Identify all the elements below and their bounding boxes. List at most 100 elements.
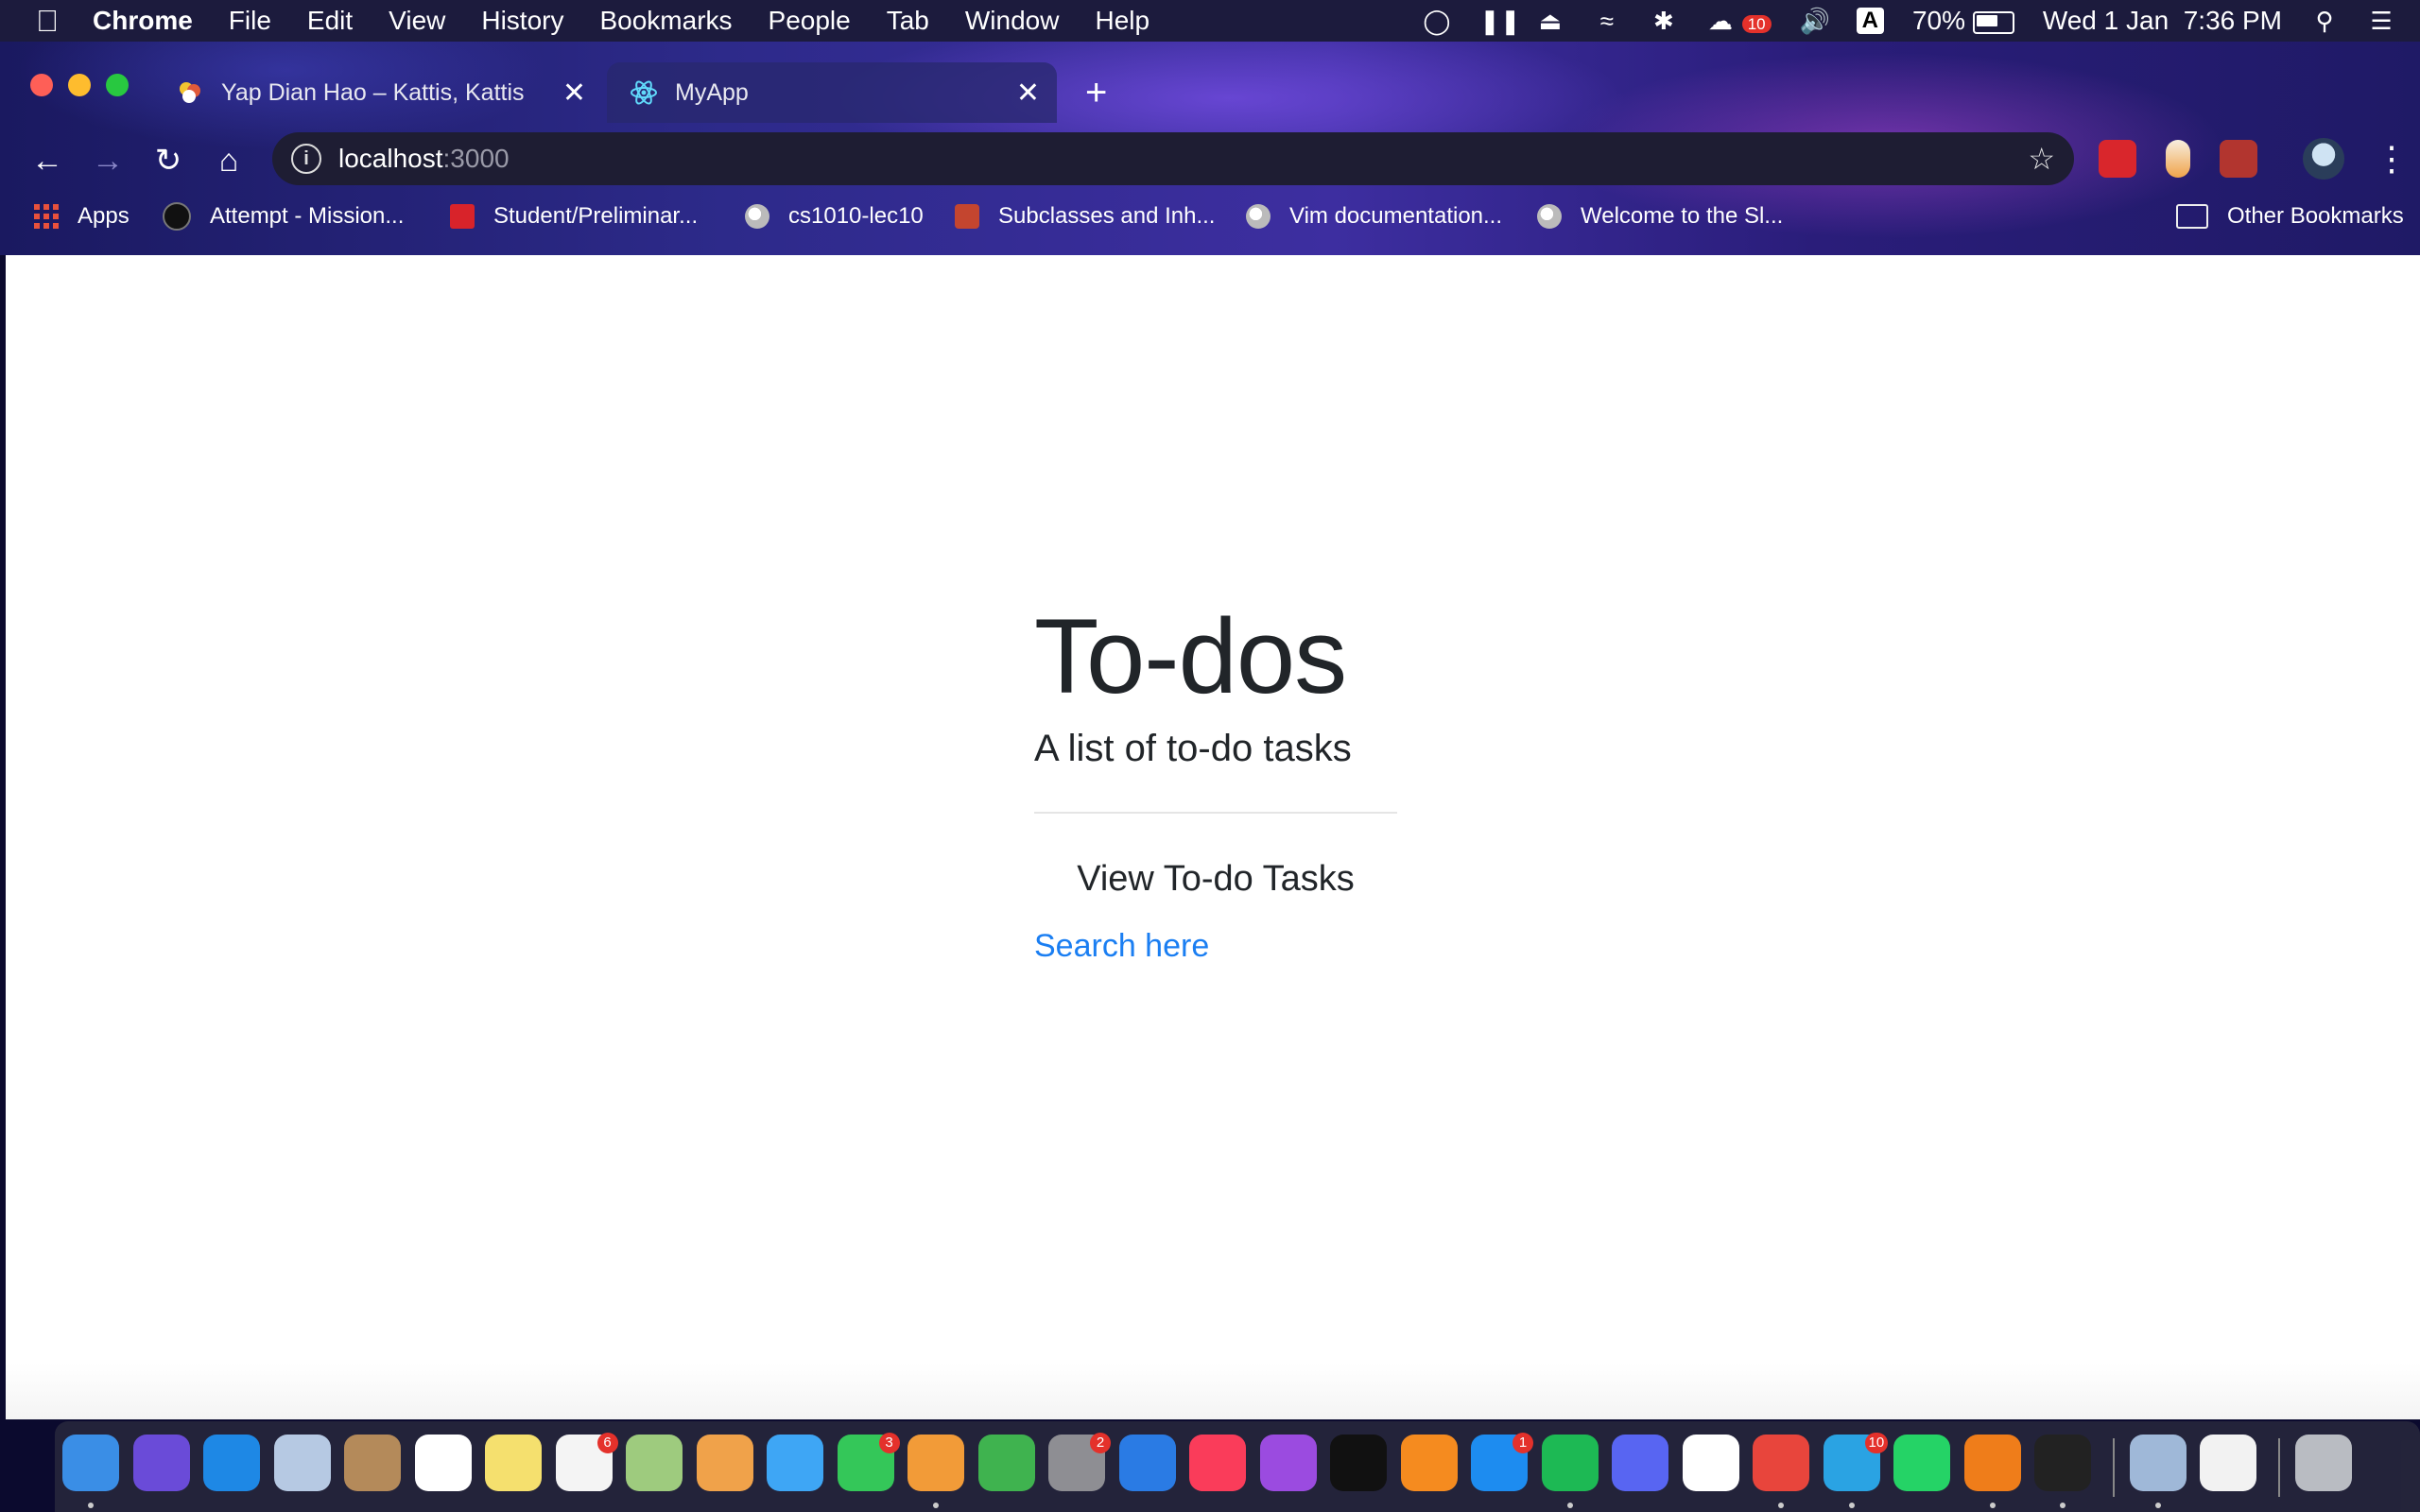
menu-history[interactable]: History [481,6,563,36]
address-bar[interactable]: i localhost:3000 ☆ [272,132,2074,185]
eject-icon[interactable]: ⏏ [1536,7,1564,35]
podcasts-dock-icon[interactable] [1259,1435,1317,1491]
menu-people[interactable]: People [769,6,851,36]
site-info-icon[interactable]: i [291,144,321,174]
preview-dock-icon[interactable] [2129,1435,2187,1491]
contacts-dock-icon[interactable] [344,1435,401,1491]
finder-running-indicator [88,1503,94,1508]
macos-dock: 6 3 2 1 10 [55,1421,2420,1512]
react-favicon-icon [630,78,658,107]
input-source-indicator[interactable]: A [1856,8,1884,34]
back-arrow-icon[interactable]: ← [26,140,68,181]
music-dock-icon[interactable] [1189,1435,1246,1491]
divider [1034,812,1397,814]
bookmark-student-preliminary[interactable]: Student/Preliminar... [450,200,698,232]
new-tab-plus-icon[interactable]: + [1085,74,1107,112]
notification-center-icon[interactable]: ☰ [2367,7,2395,35]
bookmark-welcome[interactable]: Welcome to the Sl... [1537,200,1783,232]
menu-file[interactable]: File [229,6,271,36]
globe-icon [1537,204,1562,229]
spotlight-search-icon[interactable]: ⚲ [2310,7,2339,35]
apple-menu-icon[interactable]:  [36,4,59,39]
bug-icon [955,204,979,229]
menu-view[interactable]: View [389,6,445,36]
discord-dock-icon[interactable] [1612,1435,1668,1491]
adblock-extension-icon[interactable] [2099,140,2136,178]
menu-edit[interactable]: Edit [307,6,353,36]
menu-bookmarks[interactable]: Bookmarks [599,6,732,36]
browser-window-frame: Yap Dian Hao – Kattis, Kattis ✕ MyApp ✕ … [0,42,2420,255]
menu-window[interactable]: Window [965,6,1060,36]
books-dock-icon[interactable] [1400,1435,1458,1491]
chrome-dock-icon[interactable] [1753,1435,1809,1491]
bookmark-vim-documentation[interactable]: Vim documentation... [1246,200,1502,232]
bookmark-apps[interactable]: Apps [34,200,130,232]
extension-puzzle-icon[interactable] [2220,140,2257,178]
bookmark-cs1010-lec10[interactable]: cs1010-lec10 [745,200,924,232]
tab-close-icon[interactable]: ✕ [562,77,586,110]
menu-app-chrome[interactable]: Chrome [93,6,193,36]
facetime-badge: 3 [878,1433,900,1453]
maps-dock-icon[interactable] [626,1435,683,1491]
bluetooth-icon[interactable]: ✱ [1650,7,1678,35]
whatsapp-dock-icon[interactable] [1893,1435,1950,1491]
browser-toolbar: ← → ↻ ⌂ i localhost:3000 ☆ ⋮ [0,130,2420,187]
window-zoom-button[interactable] [106,74,129,96]
url-port: :3000 [442,144,510,173]
sublime-text-dock-icon[interactable] [1963,1435,2021,1491]
bookmark-label: Apps [78,203,130,229]
apps-grid-icon [34,204,59,229]
window-minimize-button[interactable] [68,74,91,96]
extension-icon[interactable] [2166,140,2190,178]
notification-app-icon[interactable]: ☁ 10 [1706,6,1772,36]
keynote-dock-icon[interactable] [1118,1435,1176,1491]
forward-arrow-icon[interactable]: → [87,140,129,181]
apple-tv-dock-icon[interactable] [1330,1435,1387,1491]
bookmark-attempt-mission[interactable]: Attempt - Mission... [163,200,404,232]
clock[interactable]: Wed 1 Jan 7:36 PM [2043,6,2282,36]
slack-dock-icon[interactable] [1682,1435,1739,1491]
accessibility-icon[interactable]: ◯ [1423,7,1451,35]
menu-tab[interactable]: Tab [887,6,929,36]
bookmark-label: Vim documentation... [1289,203,1503,229]
search-link[interactable]: Search here [1034,928,1209,965]
finder-dock-icon[interactable] [62,1435,119,1491]
home-icon[interactable]: ⌂ [208,140,250,181]
bookmark-other-bookmarks[interactable]: Other Bookmarks [2176,200,2404,232]
pages-dock-icon[interactable] [908,1435,964,1491]
photos-dock-icon[interactable] [696,1435,753,1491]
notes-dock-icon[interactable] [485,1435,542,1491]
tab-myapp[interactable]: MyApp ✕ [607,62,1057,123]
bookmark-label: Subclasses and Inh... [998,203,1216,229]
spotify-dock-icon[interactable] [1541,1435,1599,1491]
window-close-button[interactable] [30,74,53,96]
terminal-dock-icon[interactable] [2034,1435,2091,1491]
macos-menu-bar:  Chrome File Edit View History Bookmark… [0,0,2420,42]
app-store-badge: 1 [1512,1433,1533,1453]
mail-bird-dock-icon[interactable] [273,1435,331,1491]
preview-running-indicator [2154,1503,2161,1508]
bookmark-label: Other Bookmarks [2227,203,2404,229]
pause-icon[interactable]: ❚❚ [1479,7,1521,35]
siri-dock-icon[interactable] [132,1435,190,1491]
numbers-dock-icon[interactable] [977,1435,1035,1491]
wifi-icon[interactable]: ≈ [1593,7,1621,35]
battery-status[interactable]: 70% [1912,6,2014,36]
tab-close-icon[interactable]: ✕ [1016,77,1040,110]
safari-dock-icon[interactable] [203,1435,260,1491]
spotify-running-indicator [1566,1503,1573,1508]
volume-icon[interactable]: 🔊 [1800,7,1830,35]
chrome-menu-icon[interactable]: ⋮ [2375,136,2409,181]
messages-dock-icon[interactable] [767,1435,823,1491]
reload-icon[interactable]: ↻ [147,140,189,181]
textedit-dock-icon[interactable] [2200,1435,2256,1491]
bookmark-label: Attempt - Mission... [210,203,405,229]
bookmark-star-icon[interactable]: ☆ [2028,141,2055,177]
calendar-dock-icon[interactable] [414,1435,472,1491]
trash-dock-icon[interactable] [2294,1435,2352,1491]
menu-help[interactable]: Help [1095,6,1150,36]
profile-avatar[interactable] [2303,138,2344,180]
bookmark-subclasses[interactable]: Subclasses and Inh... [955,200,1215,232]
battery-icon [1972,10,2014,34]
tab-kattis[interactable]: Yap Dian Hao – Kattis, Kattis ✕ [153,62,603,123]
